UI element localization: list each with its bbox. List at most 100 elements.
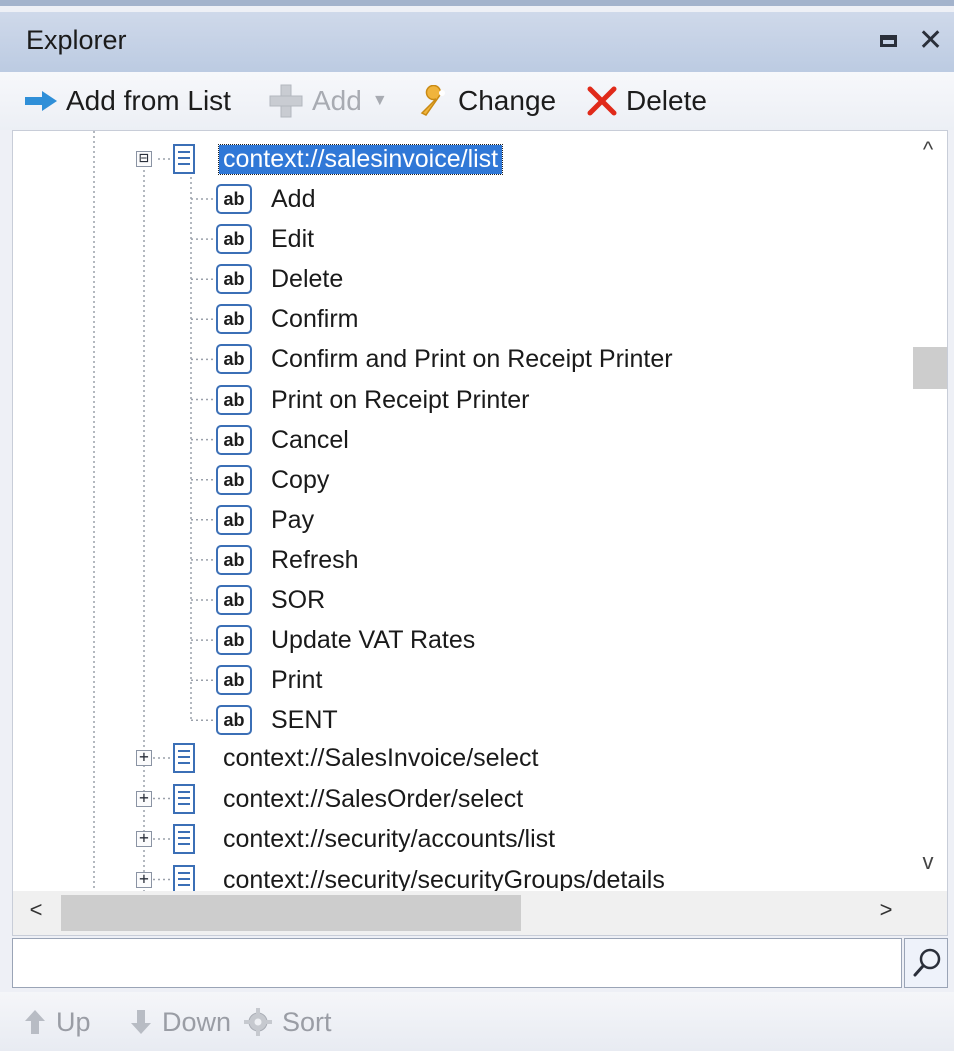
ab-field-icon: ab: [216, 585, 252, 615]
tree-node-label[interactable]: context://SalesInvoice/select: [223, 744, 538, 773]
explorer-panel: Explorer ✕ Add from List Add ▼ Change De…: [0, 0, 954, 1051]
bottom-toolbar: Up Down Sort: [0, 992, 954, 1051]
ab-field-icon: ab: [216, 184, 252, 214]
tree-leaf-label[interactable]: Delete: [271, 265, 343, 294]
expand-icon[interactable]: +: [136, 870, 152, 888]
ab-field-icon: ab: [216, 384, 252, 415]
ab-field-icon: ab: [216, 504, 252, 535]
document-icon: [173, 824, 195, 854]
tree-node-label[interactable]: context://security/accounts/list: [223, 825, 555, 854]
tree-leaf-item[interactable]: ab Copy: [13, 461, 893, 499]
vertical-scroll-thumb[interactable]: [913, 347, 947, 389]
chevron-down-icon[interactable]: ▼: [372, 92, 388, 110]
tree-leaf-item[interactable]: ab Confirm: [13, 300, 893, 338]
arrow-right-icon: [25, 91, 57, 111]
expand-icon[interactable]: +: [136, 830, 152, 847]
ab-field-icon: ab: [216, 464, 252, 495]
move-down-button[interactable]: Down: [130, 1004, 231, 1040]
tree-leaf-label[interactable]: Refresh: [271, 546, 359, 575]
tree-leaf-label[interactable]: Copy: [271, 466, 329, 495]
search-input[interactable]: [12, 938, 902, 988]
tree-node[interactable]: + context://SalesInvoice/select: [13, 739, 893, 777]
scrollbar-corner: [909, 891, 947, 935]
tree-leaf-label[interactable]: Cancel: [271, 426, 349, 455]
toolbar: Add from List Add ▼ Change Delete: [0, 72, 954, 130]
move-up-button[interactable]: Up: [24, 1004, 91, 1040]
tree-leaf-item[interactable]: ab Pay: [13, 501, 893, 539]
tree-leaf-label[interactable]: Confirm: [271, 305, 359, 334]
expand-icon[interactable]: +: [136, 789, 152, 807]
ab-field-icon: ab: [216, 264, 252, 295]
delete-x-icon: [587, 86, 617, 116]
tree-leaf-label[interactable]: Pay: [271, 506, 314, 535]
expand-icon[interactable]: +: [136, 749, 152, 766]
gear-icon: [244, 1008, 272, 1036]
tree-leaf-item[interactable]: ab Add: [13, 180, 893, 218]
tree-leaf-item[interactable]: ab Print: [13, 661, 893, 699]
tree-leaf-label[interactable]: Add: [271, 185, 315, 214]
search-button[interactable]: [904, 938, 948, 988]
tree-leaf-item[interactable]: ab SENT: [13, 701, 893, 739]
ab-field-icon: ab: [216, 665, 252, 696]
add-from-list-button[interactable]: Add from List: [24, 82, 231, 120]
tree-leaf-label[interactable]: Print: [271, 666, 322, 695]
search-icon: [913, 948, 941, 977]
tree-leaf-label[interactable]: SENT: [271, 706, 338, 735]
sort-button[interactable]: Sort: [244, 1004, 332, 1040]
add-button[interactable]: Add ▼: [268, 82, 388, 120]
plus-icon: [269, 84, 303, 118]
ab-field-icon: ab: [216, 705, 252, 736]
tree-leaf-item[interactable]: ab SOR: [13, 581, 893, 619]
restore-icon[interactable]: [876, 26, 906, 56]
tree-leaf-item[interactable]: ab Print on Receipt Printer: [13, 381, 893, 419]
tree-leaf-label[interactable]: SOR: [271, 586, 325, 615]
panel-title: Explorer: [26, 25, 127, 55]
down-label: Down: [162, 1006, 232, 1037]
tree-node-selected[interactable]: ⊟ context://salesinvoice/list: [13, 140, 893, 178]
tree-leaf-label[interactable]: Confirm and Print on Receipt Printer: [271, 345, 673, 374]
ab-field-icon: ab: [216, 344, 252, 375]
collapse-icon[interactable]: ⊟: [136, 150, 152, 167]
tree-leaf-label[interactable]: Edit: [271, 225, 314, 254]
scroll-up-arrow[interactable]: ^: [909, 137, 947, 175]
document-icon: [173, 864, 195, 895]
sort-label: Sort: [282, 1006, 332, 1037]
tree-leaf-item[interactable]: ab Edit: [13, 220, 893, 258]
ab-field-icon: ab: [216, 544, 252, 575]
document-icon: [173, 144, 195, 174]
tree-node-label[interactable]: context://salesinvoice/list: [217, 144, 504, 175]
title-bar: Explorer ✕: [0, 12, 954, 72]
document-icon: [173, 783, 195, 814]
tree-leaf-item[interactable]: ab Delete: [13, 260, 893, 298]
tree-node[interactable]: + context://SalesOrder/select: [13, 780, 893, 818]
ab-field-icon: ab: [216, 224, 252, 255]
wrench-icon: [420, 85, 445, 116]
scroll-right-arrow[interactable]: >: [871, 897, 901, 927]
vertical-scrollbar[interactable]: ^ v: [909, 131, 947, 893]
tree-view[interactable]: ⊟ context://salesinvoice/list ab Add ab Edi…: [12, 130, 948, 936]
ab-field-icon: ab: [216, 304, 252, 335]
horizontal-scrollbar[interactable]: < >: [13, 891, 947, 935]
change-label: Change: [458, 85, 557, 116]
tree-leaf-item[interactable]: ab Update VAT Rates: [13, 621, 893, 659]
document-icon: [173, 743, 195, 773]
close-icon[interactable]: ✕: [918, 26, 948, 56]
tree-node-label[interactable]: context://SalesOrder/select: [223, 785, 523, 814]
tree-leaf-item[interactable]: ab Refresh: [13, 541, 893, 579]
add-label: Add: [312, 85, 362, 116]
tree-leaf-label[interactable]: Print on Receipt Printer: [271, 386, 529, 415]
up-label: Up: [56, 1006, 91, 1037]
arrow-down-icon: [131, 1010, 151, 1034]
tree-leaf-item[interactable]: ab Confirm and Print on Receipt Printer: [13, 340, 893, 378]
scroll-left-arrow[interactable]: <: [21, 897, 51, 927]
horizontal-scroll-thumb[interactable]: [61, 895, 521, 931]
scroll-down-arrow[interactable]: v: [909, 849, 947, 887]
arrow-up-icon: [25, 1010, 45, 1034]
tree-leaf-item[interactable]: ab Cancel: [13, 421, 893, 459]
ab-field-icon: ab: [216, 424, 252, 455]
tree-node[interactable]: + context://security/accounts/list: [13, 820, 893, 858]
ab-field-icon: ab: [216, 625, 252, 656]
delete-button[interactable]: Delete: [586, 82, 707, 120]
change-button[interactable]: Change: [418, 82, 556, 120]
tree-leaf-label[interactable]: Update VAT Rates: [271, 626, 475, 655]
